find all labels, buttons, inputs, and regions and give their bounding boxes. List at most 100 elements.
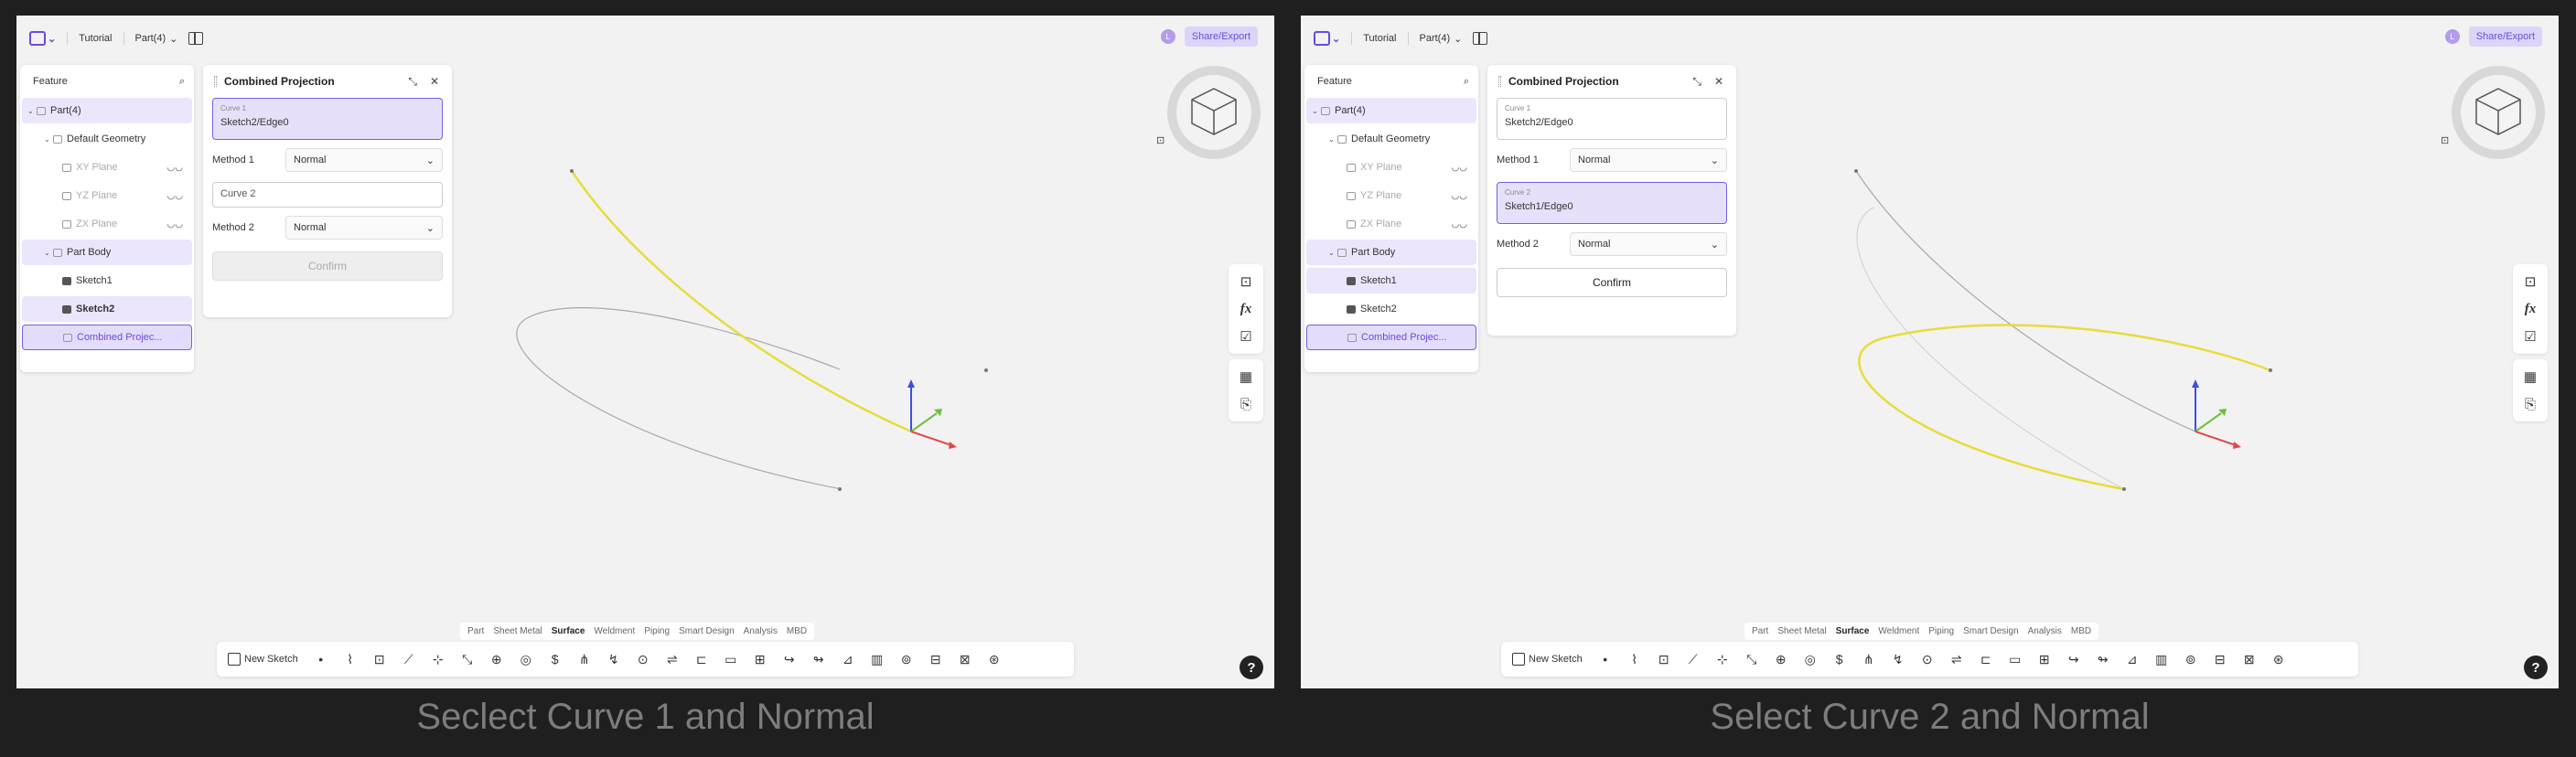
new-sketch-button[interactable]: New Sketch — [228, 653, 298, 666]
replace-face-tool-icon[interactable]: ⊚ — [896, 649, 917, 669]
tab-part[interactable]: Part — [1748, 624, 1772, 638]
eye-closed-icon[interactable]: ◡◡ — [1452, 219, 1467, 229]
tab-surface[interactable]: Surface — [548, 624, 589, 638]
logo-menu[interactable]: ⌄ — [1314, 31, 1340, 46]
tree-item-part-body[interactable]: ⌄ Part Body — [22, 240, 192, 265]
eye-closed-icon[interactable]: ◡◡ — [167, 191, 183, 201]
fill-tool-icon[interactable]: ⊙ — [633, 649, 653, 669]
method1-select[interactable]: Normal ⌄ — [285, 148, 443, 172]
tree-item-combined-projection[interactable]: Combined Projec... — [1306, 325, 1476, 350]
tree-item-default-geometry[interactable]: ⌄ Default Geometry — [1306, 126, 1476, 152]
split-tool-icon[interactable]: ⊿ — [2122, 649, 2142, 669]
tab-smart-design[interactable]: Smart Design — [675, 624, 738, 638]
tab-piping[interactable]: Piping — [640, 624, 673, 638]
pin-icon[interactable]: ⤡ — [1692, 75, 1701, 89]
patch-tool-icon[interactable]: ▭ — [721, 649, 741, 669]
tree-item-zx-plane[interactable]: ZX Plane ◡◡ — [1306, 211, 1476, 237]
replace-face-tool-icon[interactable]: ⊚ — [2181, 649, 2201, 669]
thicken-tool-icon[interactable]: ↪ — [2064, 649, 2084, 669]
knit-tool-icon[interactable]: ⊞ — [2034, 649, 2055, 669]
offset-tool-icon[interactable]: ⇌ — [662, 649, 682, 669]
curve1-field[interactable]: Curve 1 Sketch2/Edge0 — [1497, 98, 1727, 140]
tree-item-sketch1[interactable]: Sketch1 — [22, 268, 192, 293]
projection-tool-icon[interactable]: ⟋ — [1683, 649, 1703, 669]
search-icon[interactable]: ⌕ — [179, 76, 185, 88]
drag-handle-icon[interactable] — [214, 76, 217, 87]
checklist-icon[interactable]: ☑ — [1232, 323, 1260, 350]
move-face-tool-icon[interactable]: ⊟ — [2210, 649, 2230, 669]
eye-closed-icon[interactable]: ◡◡ — [167, 163, 183, 173]
pin-icon[interactable]: ⤡ — [408, 75, 417, 89]
tab-weldment[interactable]: Weldment — [590, 624, 639, 638]
curve1-field[interactable]: Curve 1 Sketch2/Edge0 — [212, 98, 443, 140]
part-selector[interactable]: Part(4) ⌄ — [1420, 33, 1463, 45]
mirror-tool-icon[interactable]: ⊠ — [2239, 649, 2259, 669]
view-cube[interactable] — [2449, 63, 2548, 162]
copy-icon[interactable]: ⎘ — [1232, 390, 1260, 418]
history-icon[interactable]: ⊡ — [2517, 268, 2544, 295]
checklist-icon[interactable]: ☑ — [2517, 323, 2544, 350]
revolve-tool-icon[interactable]: ◎ — [1800, 649, 1820, 669]
loft-tool-icon[interactable]: ⋔ — [1859, 649, 1879, 669]
search-icon[interactable]: ⌕ — [1464, 76, 1469, 88]
thicken-tool-icon[interactable]: ↪ — [779, 649, 800, 669]
avatar[interactable]: L — [1160, 29, 1175, 44]
curve-tool-icon[interactable]: ⌇ — [340, 649, 360, 669]
trim-tool-icon[interactable]: ⊏ — [1976, 649, 1996, 669]
plane-tool-icon[interactable]: ⊡ — [370, 649, 390, 669]
sweep-tool-icon[interactable]: $ — [545, 649, 565, 669]
tab-sheet-metal[interactable]: Sheet Metal — [489, 624, 545, 638]
tab-analysis[interactable]: Analysis — [740, 624, 781, 638]
chevron-down-icon[interactable]: ⌄ — [1328, 249, 1337, 257]
mirror-tool-icon[interactable]: ⊠ — [955, 649, 975, 669]
formula-icon[interactable]: fx — [2517, 295, 2544, 323]
tree-item-xy-plane[interactable]: XY Plane ◡◡ — [1306, 155, 1476, 180]
tree-item-yz-plane[interactable]: YZ Plane ◡◡ — [1306, 183, 1476, 208]
new-sketch-button[interactable]: New Sketch — [1512, 653, 1583, 666]
boundary-tool-icon[interactable]: ↯ — [604, 649, 624, 669]
tab-weldment[interactable]: Weldment — [1874, 624, 1923, 638]
eye-closed-icon[interactable]: ◡◡ — [167, 219, 183, 229]
chevron-down-icon[interactable]: ⌄ — [44, 249, 53, 257]
table-icon[interactable]: ▦ — [1232, 363, 1260, 390]
help-button[interactable]: ? — [2524, 656, 2548, 679]
layout-toggle-icon[interactable] — [188, 32, 204, 45]
logo-menu[interactable]: ⌄ — [29, 31, 56, 46]
confirm-button[interactable]: Confirm — [1497, 268, 1727, 297]
tree-item-part-body[interactable]: ⌄ Part Body — [1306, 240, 1476, 265]
tab-mbd[interactable]: MBD — [783, 624, 810, 638]
intersect-tool-icon[interactable]: ⊹ — [1712, 649, 1733, 669]
tree-item-yz-plane[interactable]: YZ Plane ◡◡ — [22, 183, 192, 208]
curve2-field[interactable]: Curve 2 Sketch1/Edge0 — [1497, 182, 1727, 224]
tab-smart-design[interactable]: Smart Design — [1959, 624, 2023, 638]
tree-item-part[interactable]: ⌄ Part(4) — [1306, 98, 1476, 123]
tree-item-combined-projection[interactable]: Combined Projec... — [22, 325, 192, 350]
eye-closed-icon[interactable]: ◡◡ — [1452, 163, 1467, 173]
tree-item-default-geometry[interactable]: ⌄ Default Geometry — [22, 126, 192, 152]
chevron-down-icon[interactable]: ⌄ — [44, 135, 53, 144]
tree-item-sketch2[interactable]: Sketch2 — [22, 296, 192, 322]
patch-tool-icon[interactable]: ▭ — [2005, 649, 2025, 669]
sweep-tool-icon[interactable]: $ — [1830, 649, 1850, 669]
tab-piping[interactable]: Piping — [1925, 624, 1958, 638]
avatar[interactable]: L — [2444, 29, 2460, 44]
curve2-field[interactable]: Curve 2 — [212, 182, 443, 208]
tutorial-link[interactable]: Tutorial — [79, 33, 112, 44]
knit-tool-icon[interactable]: ⊞ — [750, 649, 770, 669]
pattern-tool-icon[interactable]: ⊛ — [2269, 649, 2289, 669]
chevron-down-icon[interactable]: ⌄ — [1328, 135, 1337, 144]
method2-select[interactable]: Normal ⌄ — [285, 216, 443, 240]
share-export-button[interactable]: Share/Export — [1184, 27, 1258, 47]
fit-view-icon[interactable]: ⊡ — [2441, 134, 2449, 146]
pattern-tool-icon[interactable]: ⊛ — [984, 649, 1004, 669]
method2-select[interactable]: Normal ⌄ — [1570, 232, 1727, 256]
history-icon[interactable]: ⊡ — [1232, 268, 1260, 295]
curve-tool-icon[interactable]: ⌇ — [1625, 649, 1645, 669]
tree-item-xy-plane[interactable]: XY Plane ◡◡ — [22, 155, 192, 180]
plane-tool-icon[interactable]: ⊡ — [1654, 649, 1674, 669]
chevron-down-icon[interactable]: ⌄ — [27, 107, 37, 115]
tab-part[interactable]: Part — [464, 624, 488, 638]
extrude-tool-icon[interactable]: ⊕ — [487, 649, 507, 669]
fit-view-icon[interactable]: ⊡ — [1156, 134, 1165, 146]
extend-tool-icon[interactable]: ⤡ — [1742, 649, 1762, 669]
